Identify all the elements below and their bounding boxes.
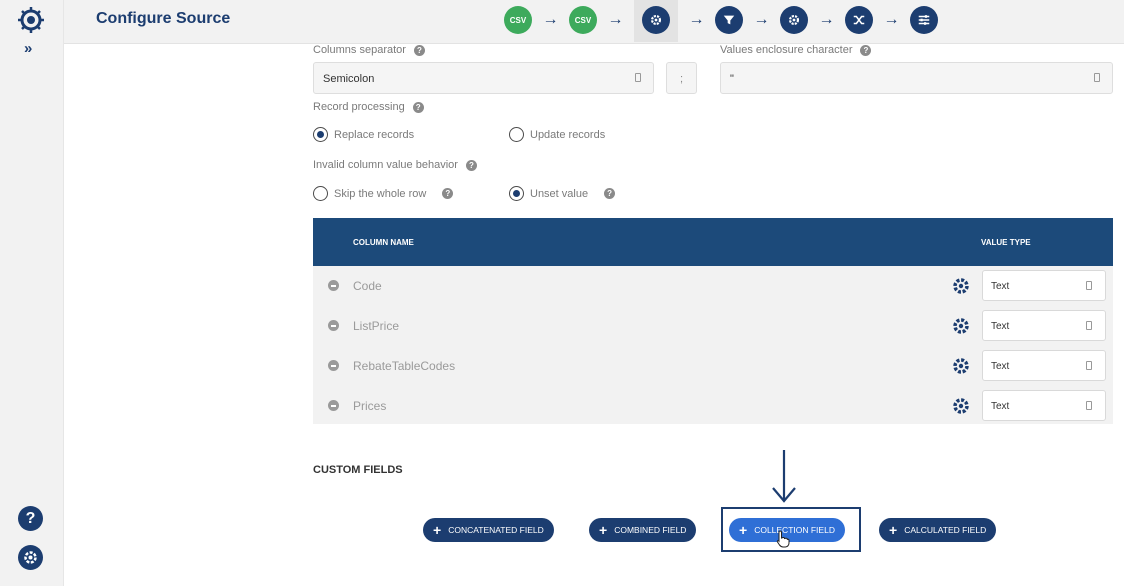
hand-cursor-icon — [776, 530, 790, 548]
table-header: COLUMN NAME VALUE TYPE — [313, 218, 1113, 266]
columns-separator-label: Columns separator? — [313, 44, 425, 56]
record-processing-label: Record processing? — [313, 101, 424, 113]
top-header: Configure Source CSV → CSV → → → → → — [64, 0, 1124, 44]
radio-unchecked-icon — [313, 186, 328, 201]
radio-update-records[interactable]: Update records — [509, 127, 605, 142]
arrow-right-icon: → — [883, 11, 900, 28]
filter-icon[interactable] — [715, 6, 743, 34]
arrow-right-icon: → — [688, 11, 705, 28]
chevron-down-icon — [1086, 321, 1092, 330]
arrow-right-icon: → — [753, 11, 770, 28]
chevron-down-icon — [1086, 401, 1092, 410]
value-type-select[interactable]: Text — [982, 270, 1106, 301]
column-name: RebateTableCodes — [353, 359, 456, 373]
columns-separator-value: Semicolon — [323, 73, 375, 85]
value-type-select[interactable]: Text — [982, 350, 1106, 381]
table-row: Code Text — [313, 266, 1113, 306]
plus-icon: + — [889, 522, 898, 538]
gear-icon — [642, 6, 670, 34]
enclosure-label: Values enclosure character? — [720, 44, 872, 56]
plus-icon: + — [599, 522, 608, 538]
column-name: Prices — [353, 399, 387, 413]
value-type-value: Text — [991, 401, 1010, 412]
table-row: Prices Text — [313, 386, 1113, 426]
help-icon[interactable]: ? — [604, 188, 616, 199]
concatenated-field-button[interactable]: + CONCATENATED FIELD — [423, 518, 554, 542]
radio-checked-icon — [509, 186, 524, 201]
arrow-down-icon — [772, 450, 796, 503]
custom-fields-title: CUSTOM FIELDS — [313, 464, 403, 476]
plus-icon: + — [739, 522, 748, 538]
table-row: RebateTableCodes Text — [313, 346, 1113, 386]
radio-skip-row[interactable]: Skip the whole row? — [313, 186, 454, 201]
app-logo-icon[interactable] — [17, 6, 45, 34]
chevron-down-icon — [635, 73, 641, 82]
arrow-right-icon: → — [607, 11, 624, 28]
invalid-behavior-label: Invalid column value behavior? — [313, 159, 477, 171]
combined-field-button[interactable]: + COMBINED FIELD — [589, 518, 697, 542]
value-type-select[interactable]: Text — [982, 390, 1106, 421]
value-type-value: Text — [991, 321, 1010, 332]
shuffle-icon[interactable] — [845, 6, 873, 34]
separator-char-value: ; — [679, 73, 684, 85]
gear-icon[interactable] — [951, 316, 971, 336]
step-configure-active[interactable] — [634, 0, 678, 42]
help-icon[interactable]: ? — [860, 44, 872, 56]
columns-table: COLUMN NAME VALUE TYPE Code Text ListPri… — [313, 218, 1113, 424]
gear-icon[interactable] — [780, 6, 808, 34]
calculated-field-button[interactable]: + CALCULATED FIELD — [879, 518, 997, 542]
gear-icon[interactable] — [951, 356, 971, 376]
arrow-right-icon: → — [818, 11, 835, 28]
value-type-value: Text — [991, 361, 1010, 372]
left-rail: » ? — [0, 0, 64, 586]
value-type-header: VALUE TYPE — [981, 238, 1031, 247]
enclosure-select[interactable]: " — [720, 62, 1113, 94]
radio-checked-icon — [313, 127, 328, 142]
separator-char-field[interactable]: ; — [666, 62, 697, 94]
chevron-down-icon — [1086, 281, 1092, 290]
plus-icon: + — [433, 522, 442, 538]
step-csv-format[interactable]: CSV — [569, 6, 597, 34]
radio-replace-records[interactable]: Replace records — [313, 127, 414, 142]
gear-icon[interactable] — [951, 276, 971, 296]
columns-separator-select[interactable]: Semicolon — [313, 62, 654, 94]
column-name: Code — [353, 279, 382, 293]
column-name: ListPrice — [353, 319, 400, 333]
value-type-select[interactable]: Text — [982, 310, 1106, 341]
chevron-down-icon — [1094, 73, 1100, 82]
settings-icon[interactable] — [18, 545, 43, 570]
radio-unchecked-icon — [509, 127, 524, 142]
sliders-icon[interactable] — [910, 6, 938, 34]
chevron-down-icon — [1086, 361, 1092, 370]
help-icon[interactable]: ? — [442, 188, 454, 199]
remove-icon[interactable] — [328, 280, 339, 291]
column-name-header: COLUMN NAME — [353, 238, 414, 247]
help-icon[interactable]: ? — [18, 506, 43, 531]
table-row: ListPrice Text — [313, 306, 1113, 346]
help-icon[interactable]: ? — [465, 159, 477, 171]
wizard-steps: CSV → CSV → → → → → — [504, 0, 938, 42]
help-icon[interactable]: ? — [412, 101, 424, 113]
page-title: Configure Source — [96, 10, 231, 27]
value-type-value: Text — [991, 281, 1010, 292]
help-icon[interactable]: ? — [413, 44, 425, 56]
step-csv-source[interactable]: CSV — [504, 6, 532, 34]
gear-icon[interactable] — [951, 396, 971, 416]
radio-unset-value[interactable]: Unset value? — [509, 186, 616, 201]
expand-sidebar-icon[interactable]: » — [24, 40, 32, 57]
remove-icon[interactable] — [328, 360, 339, 371]
enclosure-value: " — [730, 73, 734, 85]
remove-icon[interactable] — [328, 400, 339, 411]
remove-icon[interactable] — [328, 320, 339, 331]
arrow-right-icon: → — [542, 11, 559, 28]
